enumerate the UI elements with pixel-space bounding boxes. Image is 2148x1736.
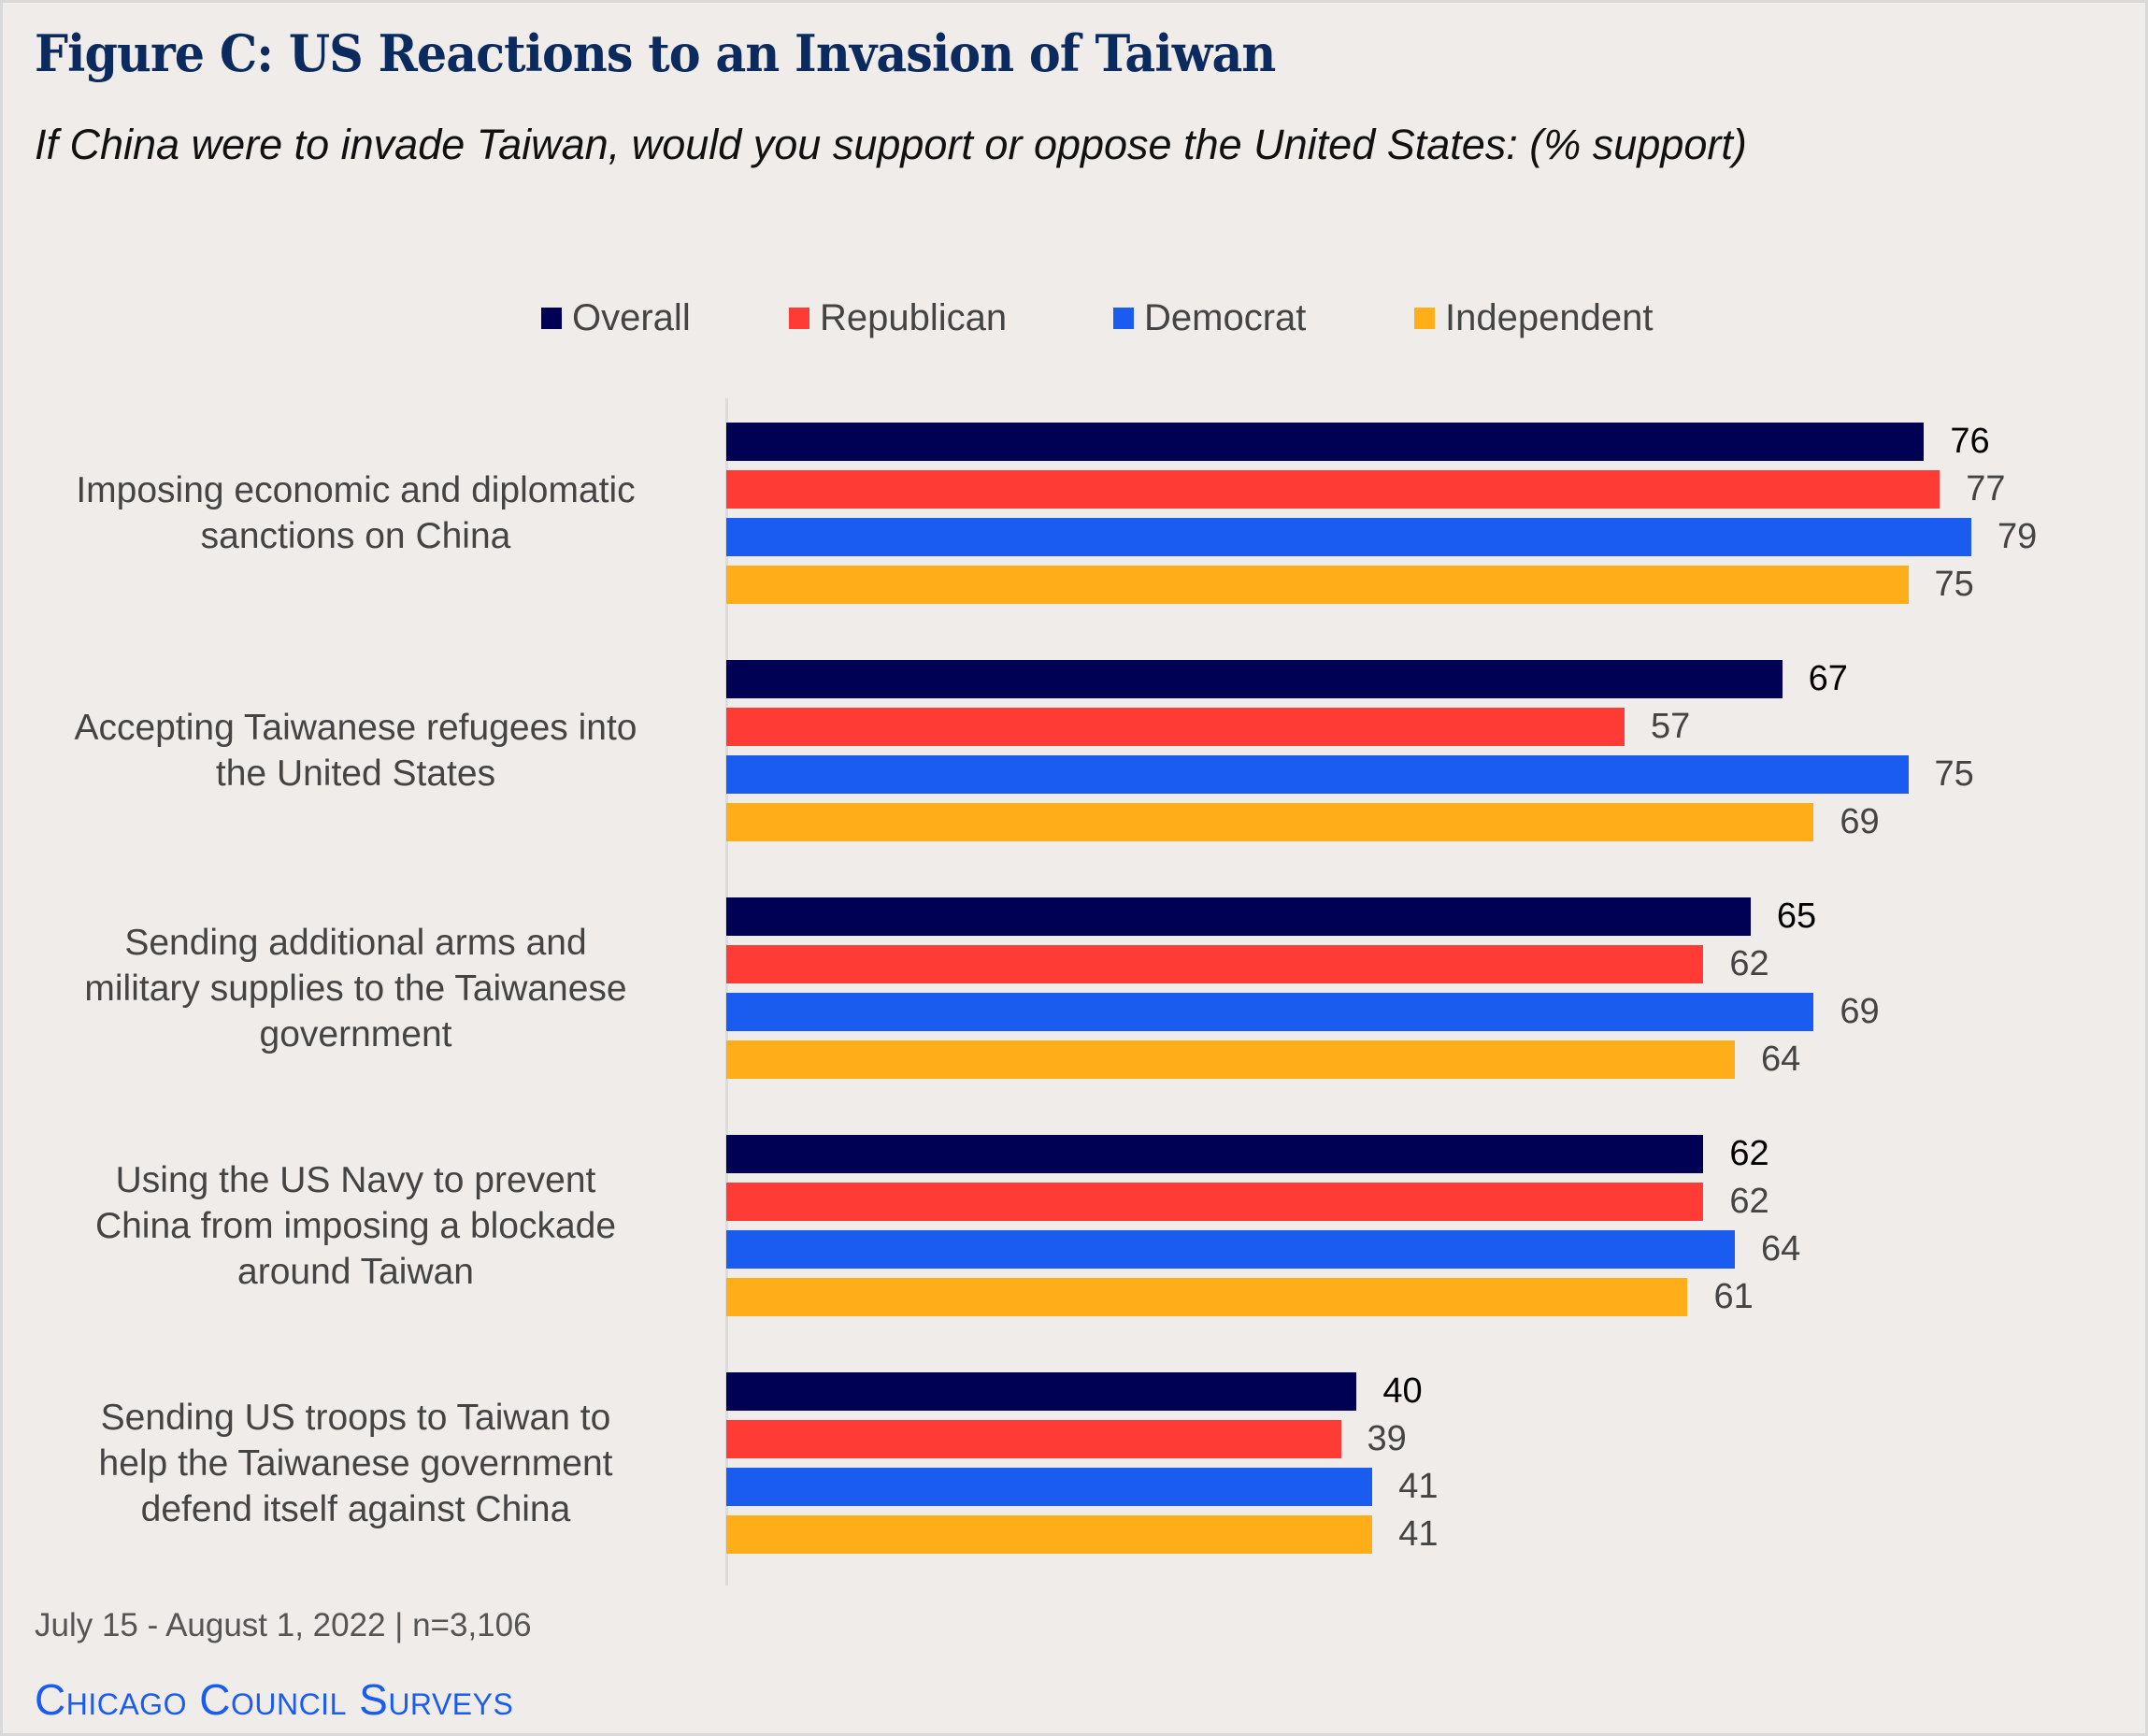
data-label-democrat: 75 <box>1934 754 1974 794</box>
data-label-overall: 65 <box>1776 897 1817 936</box>
data-label-overall: 62 <box>1729 1134 1769 1173</box>
bar-republican <box>726 708 1625 746</box>
data-label-independent: 69 <box>1840 802 1880 841</box>
bar-overall <box>726 1372 1357 1411</box>
brand-name: Chicago Council Surveys <box>35 1675 514 1724</box>
legend-item-overall: Overall <box>541 294 691 341</box>
bar-independent <box>726 1278 1688 1316</box>
data-label-overall: 76 <box>1950 422 1990 461</box>
chart-subtitle: If China were to invade Taiwan, would yo… <box>35 121 1747 168</box>
bar-independent <box>726 566 1909 604</box>
category-label: Imposing economic and diplomatic sanction… <box>76 470 636 556</box>
bar-republican <box>726 1420 1341 1458</box>
data-label-overall: 67 <box>1808 659 1848 698</box>
bar-democrat <box>726 1230 1736 1269</box>
chart-frame: Figure C: US Reactions to an Invasion of… <box>3 3 2145 1733</box>
category-label: Sending additional arms and military supp… <box>84 922 627 1055</box>
bar-overall <box>726 1135 1704 1173</box>
legend-label: Independent <box>1445 296 1654 338</box>
data-label-independent: 75 <box>1934 565 1974 604</box>
legend-label: Democrat <box>1144 296 1307 338</box>
data-label-democrat: 69 <box>1840 992 1880 1031</box>
chart-title: Figure C: US Reactions to an Invasion of… <box>35 23 1276 83</box>
bar-overall <box>726 660 1783 698</box>
data-label-republican: 57 <box>1651 707 1691 746</box>
data-label-independent: 41 <box>1398 1514 1439 1554</box>
data-label-independent: 61 <box>1713 1277 1754 1316</box>
data-label-democrat: 64 <box>1761 1229 1801 1269</box>
category-label: Accepting Taiwanese refugees into the Uni… <box>74 708 637 794</box>
legend: Overall Republican Democrat Independent <box>3 294 2145 341</box>
bar-independent <box>726 1040 1736 1079</box>
bar-democrat <box>726 1468 1373 1506</box>
legend-label: Overall <box>572 296 691 338</box>
legend-swatch-overall <box>541 307 562 329</box>
bar-independent <box>726 803 1814 841</box>
bar-democrat <box>726 518 1971 556</box>
legend-item-democrat: Democrat <box>1113 294 1306 341</box>
legend-item-republican: Republican <box>789 294 1007 341</box>
data-label-republican: 62 <box>1729 1182 1769 1221</box>
bar-republican <box>726 1183 1704 1221</box>
category-label: Sending US troops to Taiwan to help the T… <box>98 1397 613 1529</box>
bar-republican <box>726 945 1704 983</box>
bar-democrat <box>726 755 1909 794</box>
legend-swatch-independent <box>1414 307 1435 329</box>
data-label-democrat: 41 <box>1398 1467 1439 1506</box>
bar-republican <box>726 470 1940 509</box>
bar-overall <box>726 897 1751 936</box>
legend-label: Republican <box>820 296 1008 338</box>
data-label-republican: 77 <box>1966 469 2006 509</box>
legend-swatch-democrat <box>1113 307 1134 329</box>
data-label-republican: 39 <box>1367 1419 1407 1458</box>
data-label-independent: 64 <box>1761 1040 1801 1079</box>
bar-independent <box>726 1515 1373 1554</box>
legend-swatch-republican <box>789 307 809 329</box>
legend-item-independent: Independent <box>1414 294 1653 341</box>
survey-date-sample: July 15 - August 1, 2022 | n=3,106 <box>35 1607 532 1643</box>
bar-democrat <box>726 993 1814 1031</box>
data-label-democrat: 79 <box>1997 517 2038 556</box>
bar-overall <box>726 423 1925 461</box>
data-label-overall: 40 <box>1382 1371 1423 1411</box>
category-label: Using the US Navy to prevent China from i… <box>94 1159 617 1292</box>
data-label-republican: 62 <box>1729 944 1769 983</box>
